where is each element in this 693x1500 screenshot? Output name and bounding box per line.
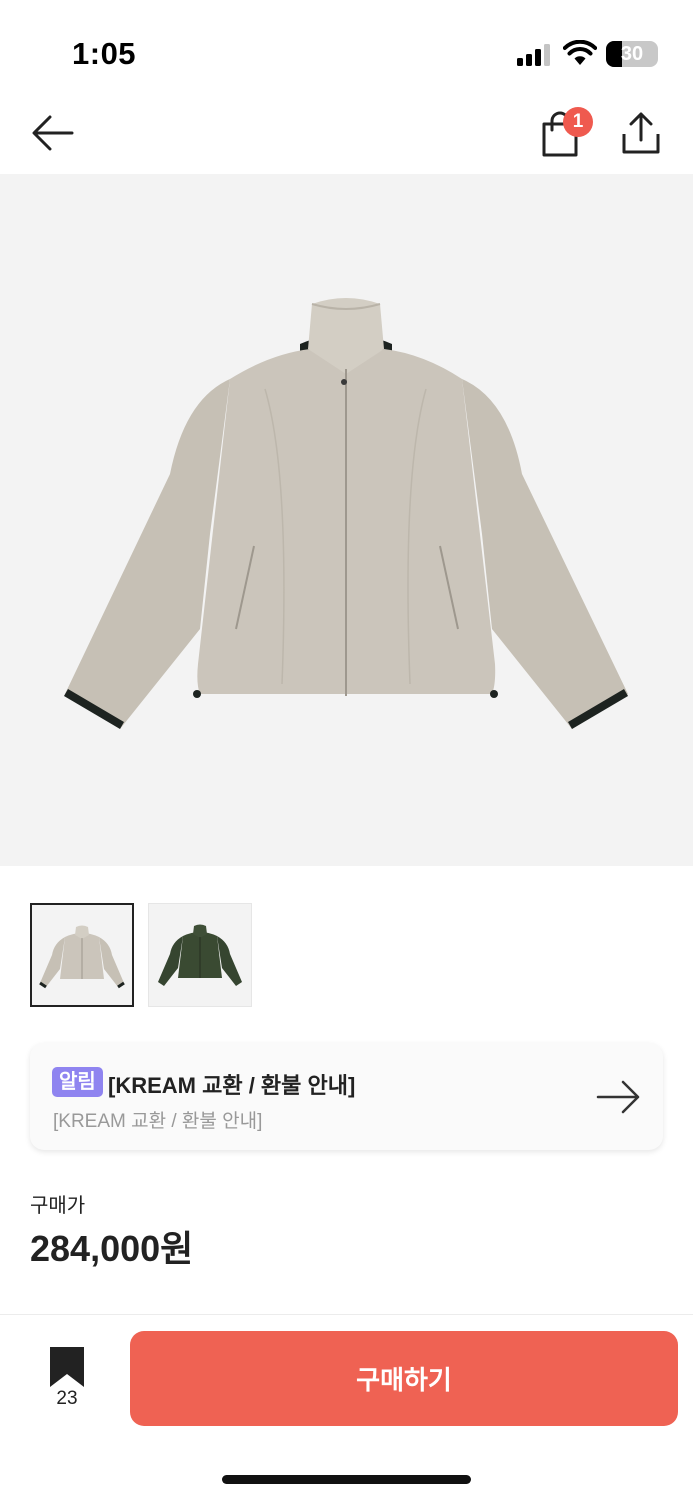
buy-button[interactable]: 구매하기 [130,1331,678,1426]
battery-level: 30 [620,43,644,65]
notice-subtitle: [KREAM 교환 / 환불 안내] [53,1111,263,1132]
arrow-left-icon[interactable] [30,112,76,154]
price-label: 구매가 [30,1195,86,1217]
cart-count-badge: 1 [563,107,593,137]
beige-jacket-thumbnail-image [39,925,125,989]
share-icon[interactable] [620,110,662,156]
notice-title: [KREAM 교환 / 환불 안내] [108,1073,356,1098]
thumbnail-olive-jacket[interactable] [148,903,252,1007]
product-page: 1:05 30 1 알림 [KREAM 교환 / 환불 안내] [KREAM 교… [0,0,693,1500]
arrow-right-icon[interactable] [596,1079,642,1115]
price-value: 284,000원 [30,1228,194,1269]
notice-tag: 알림 [52,1067,103,1097]
bottom-action-bar: 23 구매하기 [0,1314,693,1500]
notice-banner[interactable]: 알림 [KREAM 교환 / 환불 안내] [KREAM 교환 / 환불 안내] [30,1043,663,1150]
status-bar: 1:05 30 [0,0,693,100]
battery-icon: 30 [606,41,658,67]
home-indicator [222,1475,471,1484]
jacket-illustration [64,298,628,729]
status-time: 1:05 [72,36,137,71]
top-nav [0,100,693,172]
bookmark-icon[interactable] [48,1345,86,1389]
wifi-icon [563,40,597,65]
signal-icon [517,44,553,66]
product-image[interactable] [0,174,693,866]
thumbnail-beige-jacket[interactable] [30,903,134,1007]
olive-green-jacket-thumbnail-image [158,924,242,986]
bookmark-count: 23 [56,1388,78,1409]
